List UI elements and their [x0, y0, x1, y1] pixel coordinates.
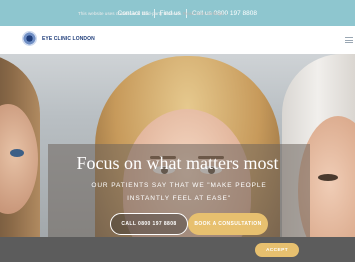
cookie-message: This website uses cookies and third-part… [78, 11, 229, 17]
call-button[interactable]: CALL 0800 197 8808 [110, 213, 188, 235]
read-more-link[interactable]: Read more [183, 11, 206, 16]
cookie-settings-link[interactable]: Settings ⌄ [207, 11, 229, 16]
accept-cookies-button[interactable]: ACCEPT [255, 243, 299, 257]
eye-logo-icon [22, 31, 37, 46]
site-logo[interactable]: EYE CLINIC LONDON [22, 31, 95, 46]
logo-text: EYE CLINIC LONDON [42, 35, 95, 42]
cookie-message-text: This website uses cookies and third-part… [78, 11, 182, 16]
hero-tagline: OUR PATIENTS SAY THAT WE "MAKE PEOPLE IN… [91, 182, 267, 202]
site-header: EYE CLINIC LONDON [0, 26, 355, 54]
hero-headline: Focus on what matters most [76, 153, 279, 173]
hamburger-menu-icon[interactable] [345, 37, 353, 43]
cookie-banner [0, 237, 355, 262]
book-consultation-button[interactable]: BOOK A CONSULTATION [188, 213, 268, 235]
